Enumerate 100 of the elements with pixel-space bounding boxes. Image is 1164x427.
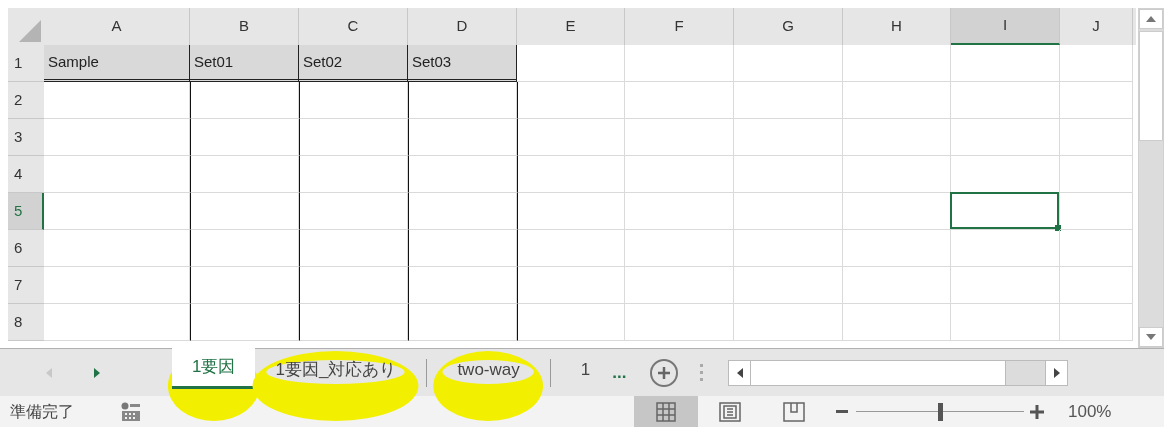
grid-cell[interactable] [44, 267, 190, 304]
grid-cell[interactable] [734, 230, 843, 267]
grid-cell[interactable] [299, 156, 408, 193]
grid-cell[interactable] [517, 193, 625, 230]
grid-cell[interactable] [951, 82, 1060, 119]
grid-cell[interactable] [517, 304, 625, 341]
grid-cell[interactable] [299, 193, 408, 230]
grid-cell[interactable] [1060, 119, 1133, 156]
right-arrow-icon[interactable] [94, 367, 100, 378]
grid-cell[interactable] [408, 267, 517, 304]
grid-cell[interactable] [190, 304, 299, 341]
grid-cell[interactable] [1060, 82, 1133, 119]
row-header[interactable]: 6 [8, 230, 44, 267]
grid-cell[interactable] [734, 119, 843, 156]
grid-cell[interactable] [951, 304, 1060, 341]
grid-cell[interactable] [408, 119, 517, 156]
grid-cell[interactable] [190, 119, 299, 156]
grid-cell[interactable] [44, 193, 190, 230]
more-tabs-link[interactable]: ... [612, 359, 627, 386]
row-header[interactable]: 2 [8, 82, 44, 119]
grid-cell[interactable] [44, 119, 190, 156]
grid-cell[interactable] [843, 119, 951, 156]
grid-cell[interactable] [408, 230, 517, 267]
sheet-tab[interactable]: 1 [560, 349, 611, 390]
grid-cell[interactable] [625, 156, 734, 193]
grid-cell[interactable] [625, 119, 734, 156]
slider-thumb[interactable] [938, 402, 943, 421]
scroll-thumb[interactable] [1139, 31, 1163, 141]
grid-cell[interactable] [951, 119, 1060, 156]
macro-icon[interactable] [120, 401, 142, 422]
grid-cell[interactable] [299, 119, 408, 156]
grid-cell[interactable] [734, 304, 843, 341]
grid-cell[interactable] [190, 193, 299, 230]
grid-cell[interactable] [951, 230, 1060, 267]
grid-cell[interactable] [190, 156, 299, 193]
grid-cell[interactable] [299, 230, 408, 267]
grid-cell[interactable] [843, 156, 951, 193]
row-header[interactable]: 5 [8, 193, 44, 230]
zoom-slider[interactable] [856, 401, 1024, 422]
up-arrow-icon[interactable] [1146, 16, 1156, 22]
add-sheet-button[interactable] [650, 358, 679, 387]
splitter-icon[interactable] [700, 363, 705, 382]
grid-cell[interactable] [1060, 267, 1133, 304]
selected-cell[interactable] [950, 192, 1059, 229]
sheet-tab[interactable]: 1要因 [172, 348, 256, 389]
zoom-in-icon[interactable] [1030, 404, 1044, 419]
left-arrow-icon[interactable] [736, 367, 743, 378]
grid-cell[interactable] [625, 304, 734, 341]
row-header[interactable]: 8 [8, 304, 44, 341]
column-header[interactable]: E [517, 8, 625, 45]
grid-cell[interactable] [1060, 156, 1133, 193]
grid-cell[interactable] [1060, 230, 1133, 267]
row-header[interactable]: 7 [8, 267, 44, 304]
grid-cell[interactable] [951, 45, 1060, 82]
grid-cell[interactable] [299, 304, 408, 341]
grid-cell[interactable] [190, 267, 299, 304]
grid-cell[interactable] [408, 193, 517, 230]
grid-cell[interactable] [517, 82, 625, 119]
grid-cell[interactable] [408, 304, 517, 341]
grid-cell[interactable] [517, 119, 625, 156]
grid-cell[interactable] [299, 82, 408, 119]
grid-cell[interactable] [408, 82, 517, 119]
grid-cell[interactable] [517, 267, 625, 304]
grid-cell[interactable] [734, 267, 843, 304]
vertical-scrollbar[interactable] [1138, 8, 1164, 348]
grid-cell[interactable] [190, 230, 299, 267]
grid-cell[interactable] [843, 82, 951, 119]
row-header[interactable]: 3 [8, 119, 44, 156]
column-header[interactable]: F [625, 8, 734, 45]
grid-cell[interactable] [843, 267, 951, 304]
grid-cell[interactable] [408, 156, 517, 193]
zoom-level[interactable]: 100% [1068, 398, 1112, 425]
grid-cell[interactable] [951, 267, 1060, 304]
grid-cell[interactable] [190, 82, 299, 119]
grid-cell[interactable] [625, 230, 734, 267]
grid-cell[interactable] [843, 304, 951, 341]
select-all-icon[interactable] [19, 20, 41, 42]
horizontal-scrollbar[interactable] [728, 359, 1069, 386]
down-arrow-icon[interactable] [1146, 334, 1156, 340]
grid-cell[interactable] [44, 230, 190, 267]
grid-cell[interactable] [734, 156, 843, 193]
grid-cell[interactable] [843, 230, 951, 267]
row-header[interactable]: 1 [8, 45, 44, 82]
grid-cell[interactable] [625, 45, 734, 82]
grid-cell[interactable] [734, 193, 843, 230]
row-header[interactable]: 4 [8, 156, 44, 193]
grid-cell[interactable] [44, 82, 190, 119]
scroll-thumb[interactable] [751, 360, 1007, 385]
column-header[interactable]: I [951, 8, 1060, 45]
grid-cell[interactable] [734, 45, 843, 82]
column-header[interactable]: G [734, 8, 843, 45]
right-arrow-icon[interactable] [1053, 367, 1060, 378]
grid-cell[interactable] [517, 230, 625, 267]
grid-cell[interactable] [625, 267, 734, 304]
grid-cell[interactable] [1060, 304, 1133, 341]
zoom-out-icon[interactable] [836, 409, 848, 414]
grid-cell[interactable] [299, 267, 408, 304]
view-button[interactable] [634, 396, 698, 427]
grid-cell[interactable] [734, 82, 843, 119]
column-header[interactable]: J [1060, 8, 1133, 45]
